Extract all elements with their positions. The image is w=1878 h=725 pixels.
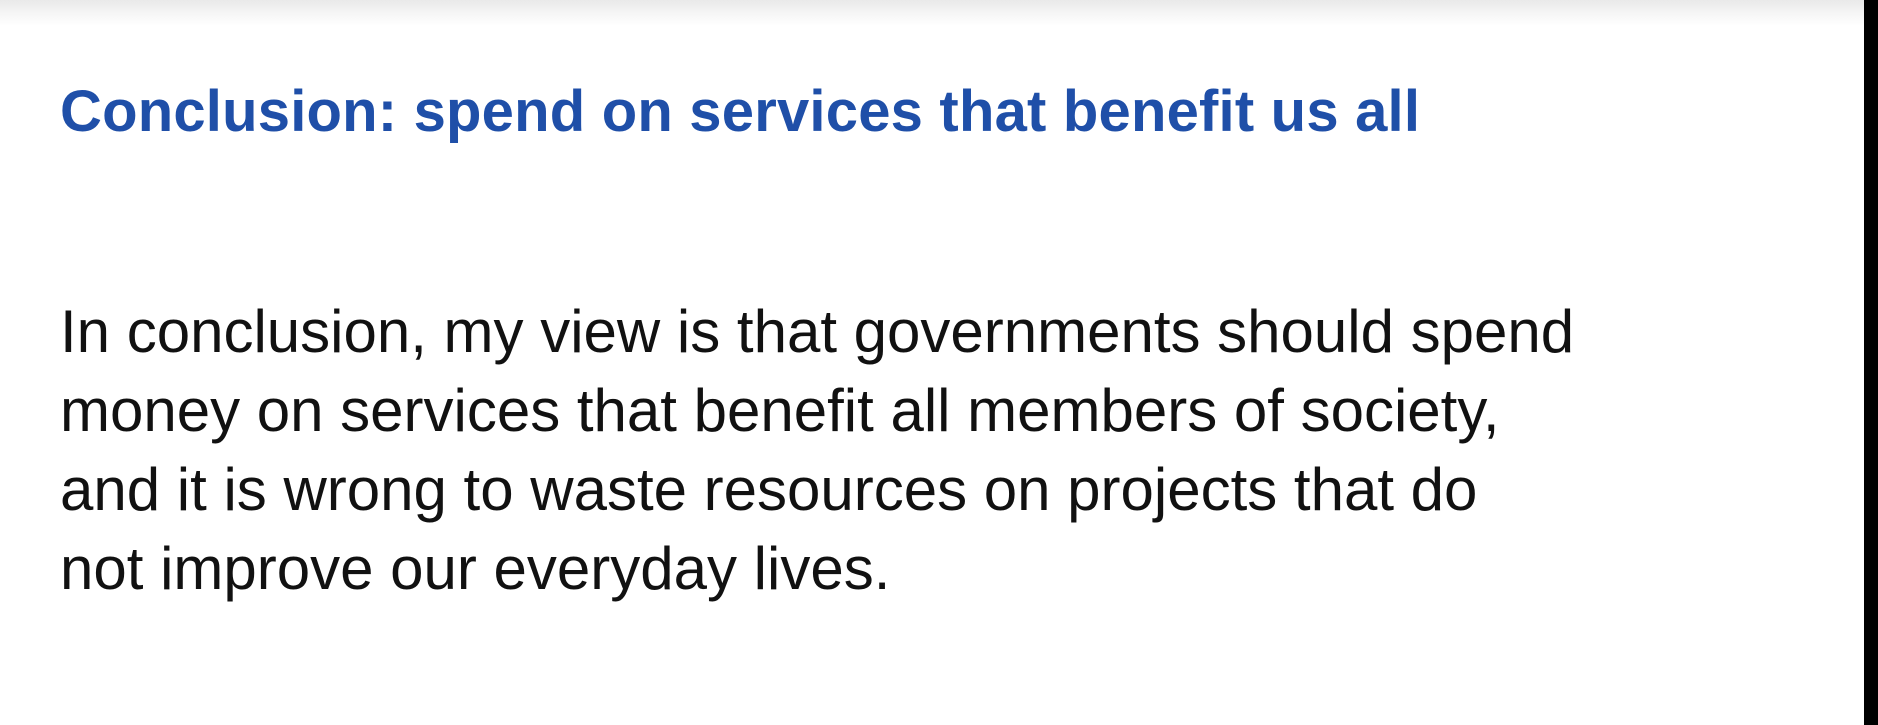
body-line: and it is wrong to waste resources on pr… [60, 456, 1478, 523]
window-edge [1864, 0, 1878, 725]
slide: Conclusion: spend on services that benef… [0, 0, 1864, 725]
body-line: money on services that benefit all membe… [60, 377, 1500, 444]
slide-body: In conclusion, my view is that governmen… [60, 292, 1800, 608]
body-line: not improve our everyday lives. [60, 535, 891, 602]
body-line: In conclusion, my view is that governmen… [60, 298, 1575, 365]
slide-title: Conclusion: spend on services that benef… [60, 79, 1421, 144]
